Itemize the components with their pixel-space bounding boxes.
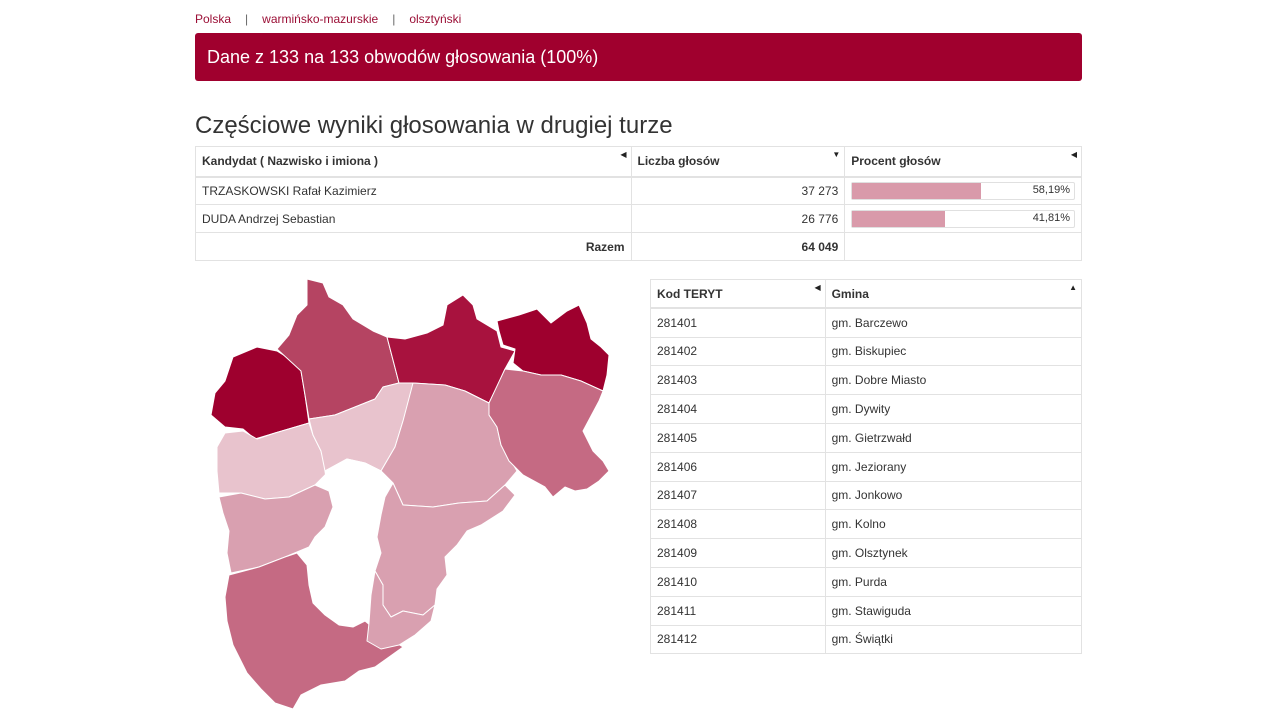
sort-icon: ◀ — [1070, 150, 1077, 159]
breadcrumb-link-country[interactable]: Polska — [195, 12, 231, 26]
table-row[interactable]: 281411 gm. Stawiguda — [650, 595, 1083, 626]
table-row[interactable]: 281403 gm. Dobre Miasto — [650, 365, 1083, 396]
candidate-votes: 37 273 — [630, 176, 846, 205]
sort-icon: ◀ — [620, 150, 627, 159]
table-row[interactable]: 281409 gm. Olsztynek — [650, 538, 1083, 568]
candidate-percent-cell: 58,19% — [844, 176, 1082, 205]
gmina-name[interactable]: gm. Olsztynek — [824, 538, 1083, 568]
sort-desc-icon: ▼ — [832, 150, 841, 159]
column-header-gmina[interactable]: Gmina ▲ — [824, 279, 1083, 310]
results-table: Kandydat ( Nazwisko i imiona ) ◀ Liczba g… — [195, 146, 1082, 261]
sort-asc-icon: ▲ — [1069, 283, 1077, 292]
total-empty-cell — [844, 232, 1082, 261]
total-votes: 64 049 — [630, 232, 846, 261]
gmina-name[interactable]: gm. Purda — [824, 566, 1083, 597]
table-row[interactable]: 281406 gm. Jeziorany — [650, 451, 1083, 482]
gmina-name[interactable]: gm. Kolno — [824, 509, 1083, 540]
table-row[interactable]: 281402 gm. Biskupiec — [650, 336, 1083, 367]
candidate-name: TRZASKOWSKI Rafał Kazimierz — [195, 176, 632, 205]
teryt-code: 281408 — [650, 509, 826, 540]
total-label: Razem — [195, 232, 632, 261]
teryt-code: 281411 — [650, 595, 826, 626]
gmina-name[interactable]: gm. Biskupiec — [824, 336, 1083, 367]
teryt-code: 281401 — [650, 307, 826, 338]
candidate-name: DUDA Andrzej Sebastian — [195, 204, 632, 233]
gmina-name[interactable]: gm. Jonkowo — [824, 480, 1083, 511]
gmina-name[interactable]: gm. Świątki — [824, 624, 1083, 655]
breadcrumb: Polska | warmińsko-mazurskie | olsztyńsk… — [195, 12, 461, 26]
table-row[interactable]: 281407 gm. Jonkowo — [650, 480, 1083, 511]
table-row[interactable]: 281410 gm. Purda — [650, 566, 1083, 597]
teryt-code: 281407 — [650, 480, 826, 511]
column-header-candidate[interactable]: Kandydat ( Nazwisko i imiona ) ◀ — [195, 146, 632, 178]
teryt-code: 281412 — [650, 624, 826, 655]
municipalities-header-row: Kod TERYT ◀ Gmina ▲ — [650, 279, 1083, 310]
percent-bar: 41,81% — [851, 209, 1075, 228]
table-row[interactable]: 281412 gm. Świątki — [650, 624, 1083, 655]
breadcrumb-separator: | — [245, 12, 249, 26]
candidate-votes: 26 776 — [630, 204, 846, 233]
gmina-name[interactable]: gm. Barczewo — [824, 307, 1083, 338]
gmina-name[interactable]: gm. Jeziorany — [824, 451, 1083, 482]
column-header-percent[interactable]: Procent głosów ◀ — [844, 146, 1082, 178]
municipalities-table: Kod TERYT ◀ Gmina ▲ 281401 gm. Barczewo 2814… — [650, 279, 1083, 655]
table-row[interactable]: 281401 gm. Barczewo — [650, 307, 1083, 338]
table-row: TRZASKOWSKI Rafał Kazimierz 37 273 58,19… — [195, 176, 1082, 205]
teryt-code: 281402 — [650, 336, 826, 367]
results-header-row: Kandydat ( Nazwisko i imiona ) ◀ Liczba g… — [195, 146, 1082, 178]
teryt-code: 281409 — [650, 538, 826, 568]
teryt-code: 281410 — [650, 566, 826, 597]
municipalities-body: 281401 gm. Barczewo 281402 gm. Biskupiec 281… — [650, 307, 1083, 655]
table-row[interactable]: 281408 gm. Kolno — [650, 509, 1083, 540]
breadcrumb-link-county[interactable]: olsztyński — [409, 12, 461, 26]
coverage-banner: Dane z 133 na 133 obwodów głosowania (10… — [195, 33, 1082, 81]
table-row[interactable]: 281405 gm. Gietrzwałd — [650, 422, 1083, 453]
teryt-code: 281404 — [650, 394, 826, 424]
column-header-votes[interactable]: Liczba głosów ▼ — [630, 146, 846, 178]
candidate-percent-cell: 41,81% — [844, 204, 1082, 233]
sort-icon: ◀ — [814, 283, 821, 292]
percent-label: 41,81% — [1032, 211, 1070, 224]
percent-bar-fill — [852, 182, 982, 199]
table-row: DUDA Andrzej Sebastian 26 776 41,81% — [195, 204, 1082, 233]
map-region-southwest-upper[interactable] — [218, 484, 334, 574]
page-title: Częściowe wyniki głosowania w drugiej tu… — [195, 112, 673, 139]
gmina-name[interactable]: gm. Dobre Miasto — [824, 365, 1083, 396]
county-map — [210, 278, 610, 710]
percent-label: 58,19% — [1032, 183, 1070, 196]
breadcrumb-link-voivodeship[interactable]: warmińsko-mazurskie — [262, 12, 378, 26]
percent-bar-fill — [852, 210, 945, 227]
gmina-name[interactable]: gm. Dywity — [824, 394, 1083, 424]
table-row[interactable]: 281404 gm. Dywity — [650, 394, 1083, 424]
column-header-teryt[interactable]: Kod TERYT ◀ — [650, 279, 826, 310]
teryt-code: 281405 — [650, 422, 826, 453]
percent-bar: 58,19% — [851, 181, 1075, 200]
teryt-code: 281406 — [650, 451, 826, 482]
teryt-code: 281403 — [650, 365, 826, 396]
gmina-name[interactable]: gm. Stawiguda — [824, 595, 1083, 626]
breadcrumb-separator: | — [392, 12, 396, 26]
total-row: Razem 64 049 — [195, 232, 1082, 261]
gmina-name[interactable]: gm. Gietrzwałd — [824, 422, 1083, 453]
